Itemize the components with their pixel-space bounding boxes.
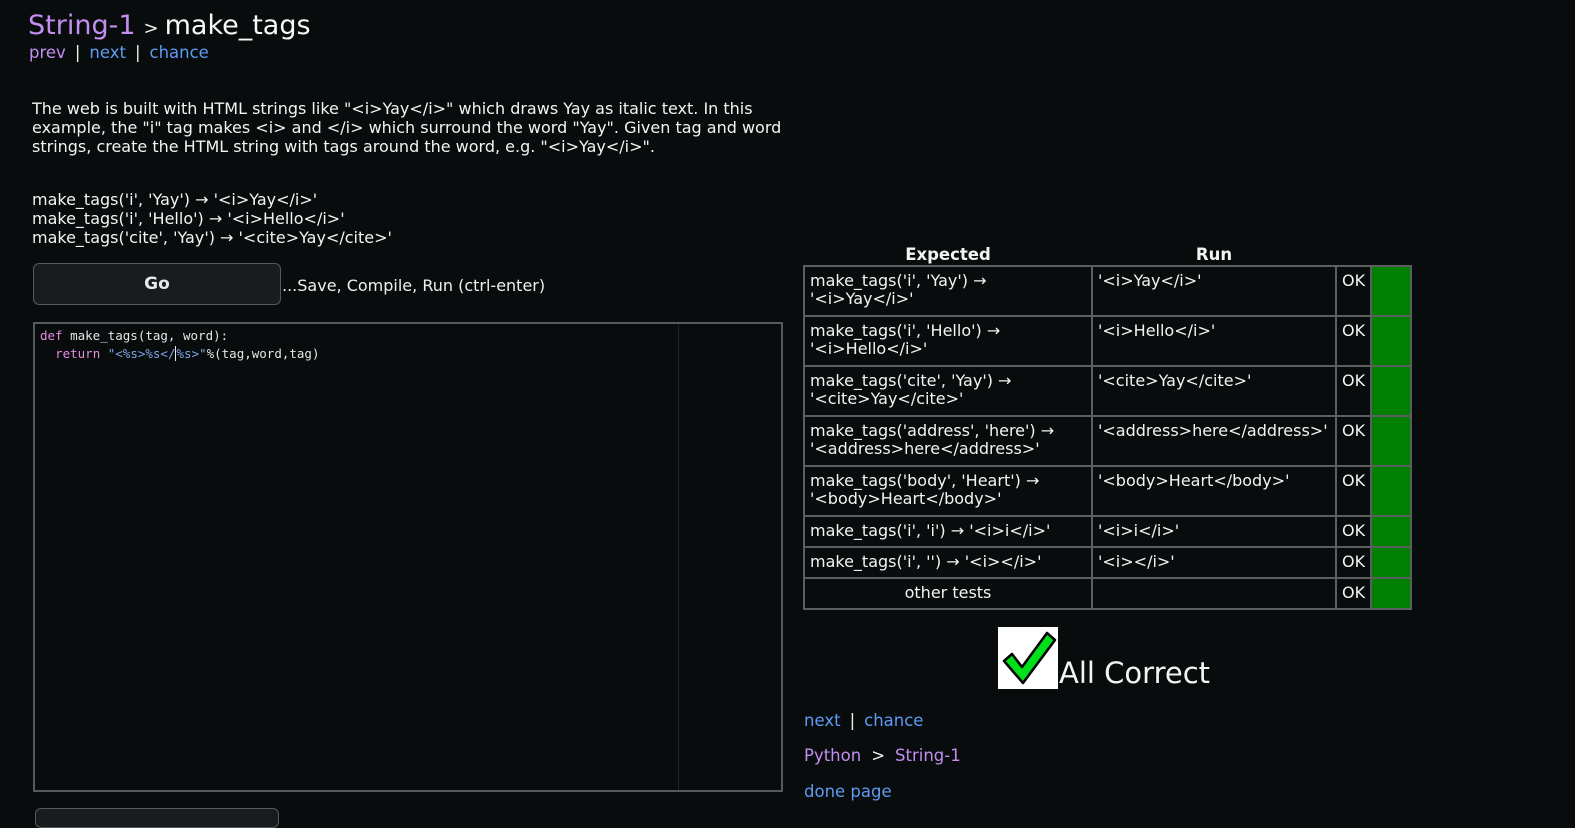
problem-description: The web is built with HTML strings like … [32, 99, 782, 156]
expected-cell: make_tags('i', '') → '<i></i>' [803, 546, 1093, 579]
all-correct-text: All Correct [1059, 656, 1211, 690]
expected-result: '<cite>Yay</cite>' [810, 389, 964, 408]
breadcrumb: Python > String-1 [804, 746, 961, 765]
expected-result: '<i>Yay</i>' [810, 289, 914, 308]
run-header: Run [1195, 245, 1233, 264]
table-row: other tests OK [803, 577, 1413, 610]
chance-link[interactable]: chance [864, 711, 923, 730]
code-text: %(tag,word,tag) [206, 346, 320, 361]
checkmark-icon [998, 627, 1058, 689]
nav-separator: | [849, 711, 856, 730]
code-keyword: return [55, 346, 101, 361]
results-table: Expected Run make_tags('i', 'Yay') → '<i>… [803, 244, 1413, 610]
next-link[interactable]: next [804, 711, 841, 730]
breadcrumb-separator: > [143, 18, 159, 39]
run-cell: '<i>Yay</i>' [1091, 265, 1337, 317]
pass-indicator [1370, 315, 1413, 367]
run-cell: '<i>i</i>' [1091, 515, 1337, 548]
chance-link[interactable]: chance [150, 43, 209, 62]
page-header: String-1 > make_tags [28, 10, 311, 41]
status-text: OK [1334, 415, 1373, 467]
expected-call: make_tags('cite', 'Yay') → [810, 371, 1012, 390]
table-row: make_tags('cite', 'Yay') → '<cite>Yay</ci… [803, 365, 1413, 417]
pass-indicator [1370, 577, 1413, 610]
nav-separator: | [134, 43, 141, 62]
expected-result: '<address>here</address>' [810, 439, 1040, 458]
go-button[interactable]: Go [33, 263, 281, 305]
status-text: OK [1334, 577, 1373, 610]
breadcrumb-separator: > [871, 746, 886, 765]
status-text: OK [1334, 315, 1373, 367]
code-text: make_tags(tag, word): [62, 328, 229, 343]
expected-call: make_tags('body', 'Heart') → [810, 471, 1040, 490]
results-header-row: Expected Run [804, 244, 1411, 266]
top-nav: prev | next | chance [29, 43, 209, 62]
expected-call: make_tags('address', 'here') → [810, 421, 1055, 440]
table-row: make_tags('i', 'Hello') → '<i>Hello</i>' … [803, 315, 1413, 367]
table-row: make_tags('i', 'i') → '<i>i</i>' '<i>i</… [803, 515, 1413, 548]
expected-cell: make_tags('i', 'Yay') → '<i>Yay</i>' [803, 265, 1093, 317]
pass-indicator [1370, 265, 1413, 317]
status-text: OK [1334, 265, 1373, 317]
pass-indicator [1370, 515, 1413, 548]
expected-result: '<body>Heart</body>' [810, 489, 1002, 508]
code-keyword: def [40, 328, 63, 343]
run-cell: '<i></i>' [1091, 546, 1337, 579]
done-page-link[interactable]: done page [804, 782, 892, 801]
breadcrumb-section[interactable]: String-1 [895, 746, 961, 765]
pass-indicator [1370, 415, 1413, 467]
secondary-button[interactable] [35, 808, 279, 828]
expected-call: make_tags('i', 'Yay') → [810, 271, 987, 290]
status-text: OK [1334, 465, 1373, 517]
expected-cell: make_tags('cite', 'Yay') → '<cite>Yay</ci… [803, 365, 1093, 417]
pass-indicator [1370, 546, 1413, 579]
code-string: %s>" [175, 346, 207, 361]
next-link[interactable]: next [89, 43, 126, 62]
expected-cell: make_tags('address', 'here') → '<address>… [803, 415, 1093, 467]
nav-separator: | [74, 43, 81, 62]
pass-indicator [1370, 465, 1413, 517]
table-row: make_tags('body', 'Heart') → '<body>Heart… [803, 465, 1413, 517]
run-cell: '<body>Heart</body>' [1091, 465, 1337, 517]
bottom-nav: next | chance [804, 711, 923, 730]
example-line: make_tags('i', 'Yay') → '<i>Yay</i>' [32, 190, 318, 209]
status-text: OK [1334, 365, 1373, 417]
page-title: make_tags [164, 10, 311, 41]
expected-cell: make_tags('body', 'Heart') → '<body>Heart… [803, 465, 1093, 517]
table-row: make_tags('address', 'here') → '<address>… [803, 415, 1413, 467]
expected-cell: make_tags('i', 'Hello') → '<i>Hello</i>' [803, 315, 1093, 367]
status-text: OK [1334, 515, 1373, 548]
run-cell: '<cite>Yay</cite>' [1091, 365, 1337, 417]
code-content[interactable]: def make_tags(tag, word): return "<%s>%s… [40, 327, 319, 363]
expected-cell: make_tags('i', 'i') → '<i>i</i>' [803, 515, 1093, 548]
editor-print-margin [678, 324, 679, 790]
run-cell: '<address>here</address>' [1091, 415, 1337, 467]
run-cell [1091, 577, 1337, 610]
status-header [1336, 244, 1371, 266]
code-editor[interactable]: def make_tags(tag, word): return "<%s>%s… [33, 322, 783, 792]
table-row: make_tags('i', '') → '<i></i>' '<i></i>'… [803, 546, 1413, 579]
table-row: make_tags('i', 'Yay') → '<i>Yay</i>' '<i>… [803, 265, 1413, 317]
prev-link[interactable]: prev [29, 43, 66, 62]
status-text: OK [1334, 546, 1373, 579]
status-color-header [1371, 244, 1411, 266]
code-string: "<%s>%s</ [107, 346, 176, 361]
go-hint: ...Save, Compile, Run (ctrl-enter) [282, 276, 546, 295]
pass-indicator [1370, 365, 1413, 417]
other-tests-cell: other tests [803, 577, 1093, 610]
run-cell: '<i>Hello</i>' [1091, 315, 1337, 367]
breadcrumb-python[interactable]: Python [804, 746, 861, 765]
examples: make_tags('i', 'Yay') → '<i>Yay</i>' mak… [32, 190, 392, 247]
section-link[interactable]: String-1 [28, 10, 136, 41]
all-correct-summary: All Correct [998, 627, 1210, 689]
example-line: make_tags('i', 'Hello') → '<i>Hello</i>' [32, 209, 345, 228]
expected-call: make_tags('i', 'Hello') → [810, 321, 1001, 340]
expected-result: '<i>Hello</i>' [810, 339, 928, 358]
expected-header: Expected [905, 245, 991, 264]
example-line: make_tags('cite', 'Yay') → '<cite>Yay</c… [32, 228, 392, 247]
